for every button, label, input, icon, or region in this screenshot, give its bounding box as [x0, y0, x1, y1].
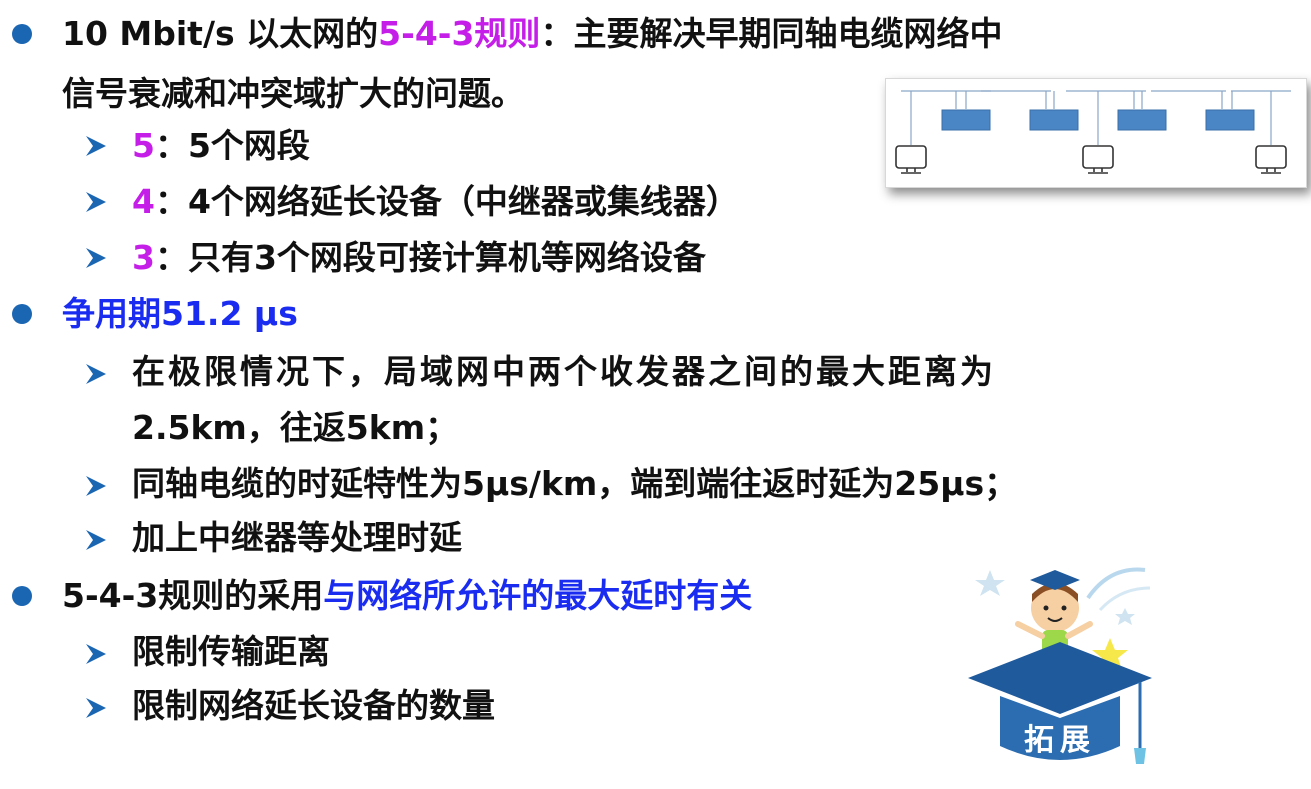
arrow-icon-4 — [86, 364, 106, 384]
network-diagram-svg — [895, 90, 1291, 174]
item-1-cont: 信号衰减和冲突域扩大的问题。 — [62, 74, 524, 113]
arrow-icon-6 — [86, 530, 106, 550]
star-icon — [975, 570, 1005, 596]
repeater-1 — [941, 109, 991, 131]
bullet-dot-1 — [12, 24, 32, 44]
item-repeater-delay: 加上中继器等处理时延 — [132, 518, 462, 557]
item-contention: 争用期51.2 μs — [62, 294, 298, 333]
bullet-dot-3 — [12, 586, 32, 606]
item-rule-3: 3：只有3个网段可接计算机等网络设备 — [132, 238, 706, 277]
arrow-icon-5 — [86, 476, 106, 496]
item-1: 10 Mbit/s 以太网的5-4-3规则：主要解决早期同轴电缆网络中 — [62, 14, 1003, 53]
item-delay: 同轴电缆的时延特性为5μs/km，端到端往返时延为25μs； — [132, 464, 1018, 503]
item-max-distance-cont: 2.5km，往返5km； — [132, 408, 459, 447]
item-rule-adoption: 5-4-3规则的采用与网络所允许的最大延时有关 — [62, 576, 753, 615]
computer-icon-2 — [1082, 145, 1114, 174]
arrow-icon-2 — [86, 192, 106, 212]
arrow-icon-3 — [86, 248, 106, 268]
repeater-3 — [1117, 109, 1167, 131]
arrow-icon-1 — [86, 136, 106, 156]
item-max-distance: 在极限情况下，局域网中两个收发器之间的最大距离为 — [132, 352, 996, 391]
arrow-icon-7 — [86, 644, 106, 664]
item-rule-5: 5：5个网段 — [132, 126, 310, 165]
badge-label: 拓展 — [1024, 723, 1096, 758]
network-diagram — [885, 78, 1307, 188]
arrow-icon-8 — [86, 698, 106, 718]
computer-icon-1 — [895, 145, 927, 174]
item-rule-4: 4：4个网络延长设备（中继器或集线器） — [132, 182, 739, 221]
item-limit-distance: 限制传输距离 — [132, 632, 330, 671]
star-icon-small — [1115, 608, 1135, 625]
repeater-2 — [1029, 109, 1079, 131]
repeater-4 — [1205, 109, 1255, 131]
bullet-dot-2 — [12, 304, 32, 324]
item-limit-devices: 限制网络延长设备的数量 — [132, 686, 495, 725]
computer-icon-3 — [1255, 145, 1287, 174]
graduate-badge: 拓展 — [960, 558, 1160, 780]
